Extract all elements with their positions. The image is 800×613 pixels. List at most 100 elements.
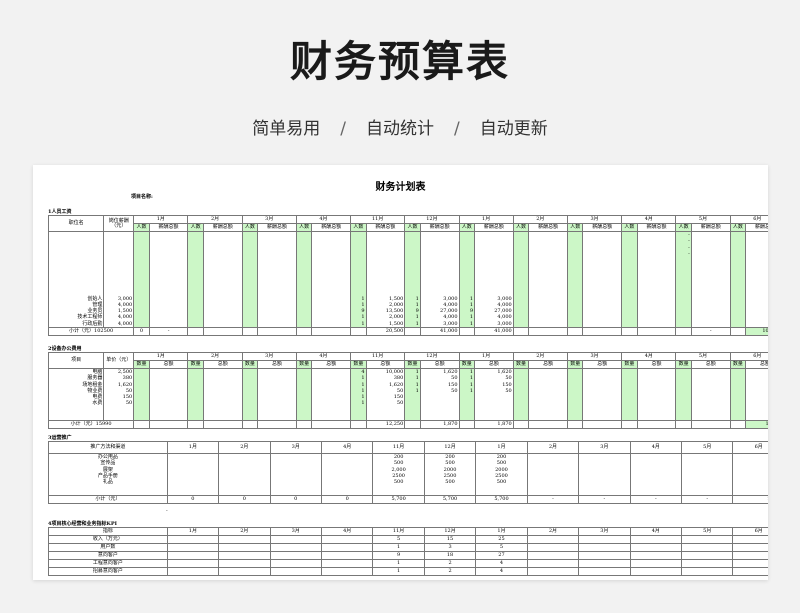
sub-total-header: 薪酬总额 (474, 223, 514, 232)
subtotal-cell (621, 420, 638, 429)
subtotal-cell (458, 420, 476, 429)
kpi-cell (166, 567, 220, 576)
amount-cell (148, 368, 189, 421)
stack-line: 1 (415, 320, 419, 327)
salary-total-cell (257, 231, 297, 328)
subtotal-cell (404, 420, 421, 429)
staff-salary-table: 职位名 岗位薪酬（元） 1月 2月 3月 4月 11月 12月 1月 2月 3月 4月 5月 6月 人… (47, 215, 768, 336)
stack-line: 礼品 (102, 479, 113, 486)
month-header: 5月 (675, 352, 731, 361)
sub-qty-header: 数量 (241, 360, 259, 369)
sub-people-header: 人数 (675, 223, 692, 232)
sub-total-header: 总额 (311, 360, 352, 369)
month-header: 11月 (372, 441, 425, 454)
kpi-cell (732, 535, 768, 544)
kpi-cell (269, 535, 322, 544)
amount-cell (257, 368, 297, 421)
kpi-cell (166, 535, 220, 544)
month-header: 1月 (133, 352, 189, 361)
sub-people-header: 人数 (404, 223, 421, 232)
people-cell (133, 231, 150, 328)
month-header: 4月 (621, 352, 677, 361)
month-header: 2月 (526, 527, 580, 536)
kpi-name: 意向客户 (48, 551, 168, 560)
kpi-cell (526, 567, 580, 576)
subtotal-cell (582, 420, 623, 429)
subtotal-cell: 0 (133, 327, 150, 336)
kpi-cell (320, 567, 374, 576)
subtotal-cell (512, 420, 530, 429)
stack-line: 1 (469, 320, 473, 327)
salary-total-cell (202, 231, 243, 328)
spreadsheet-preview: 财务计划表 项目名称: 1人员工资 职位名 岗位薪酬（元） 1月 2月 3月 4月 11… (33, 165, 768, 580)
section-4-label: 4项目核心经营和业务指标KPI (48, 521, 117, 527)
sub-total-header: 薪酬总额 (365, 223, 406, 232)
subtotal-cell: 5,700 (423, 495, 477, 504)
kpi-cell: 9 (372, 551, 425, 560)
kpi-cell: 15 (423, 535, 477, 544)
subtotal-cell: 41,000 (474, 327, 514, 336)
qty-cell (621, 368, 638, 421)
month-header: 4月 (629, 527, 683, 536)
tag-easy: 简单易用 (252, 119, 321, 139)
month-header: 5月 (675, 215, 731, 224)
stack-line: - (747, 314, 768, 320)
sub-qty-header: 数量 (675, 360, 692, 369)
marketing-cell (320, 453, 374, 496)
month-header: 2月 (187, 215, 243, 224)
subtotal-cell (729, 327, 747, 336)
people-cell (187, 231, 204, 328)
people-cell (566, 231, 584, 328)
qty-cell (295, 368, 313, 421)
kpi-cell: 2 (423, 559, 477, 568)
month-header: 4月 (320, 527, 374, 536)
month-header: 11月 (350, 352, 406, 361)
sub-people-header: 人数 (350, 223, 367, 232)
stack-line: 3,000 (443, 320, 458, 327)
kpi-cell (320, 551, 374, 560)
kpi-row: 工程意向客户 1 2 4 (48, 559, 768, 568)
sub-qty-header: 数量 (350, 360, 367, 369)
people-cell (512, 231, 530, 328)
amount-cell (582, 368, 623, 421)
subtotal-cell: 5,700 (475, 495, 528, 504)
amount-cell (202, 368, 243, 421)
kpi-cell: 2 (423, 567, 477, 576)
qty-cell: 411111 (350, 368, 367, 421)
equipment-names: 电脑 服务器 场地租金 物业费 电费 水费 (47, 368, 105, 421)
kpi-cell (578, 559, 631, 568)
kpi-cell: 3 (423, 543, 477, 552)
month-header: 2月 (526, 441, 580, 454)
sub-people-header: 人数 (133, 223, 150, 232)
marketing-cell: 200 500 2,000 2500 500 (372, 453, 425, 496)
sub-qty-header: 数量 (512, 360, 530, 369)
month-header: 11月 (372, 527, 425, 536)
month-header: 1月 (458, 352, 514, 361)
month-header: 3月 (241, 215, 297, 224)
subtotal-cell (729, 420, 747, 429)
stack-line: - (688, 250, 690, 257)
subtotal-cell: - (578, 495, 631, 504)
month-header: 12月 (404, 215, 460, 224)
sub-total-header: 薪酬总额 (582, 223, 623, 232)
qty-cell: 1111 (458, 368, 476, 421)
sub-total-header: 薪酬总额 (202, 223, 243, 232)
stack-line: 1,500 (388, 320, 404, 327)
subtotal-cell (295, 420, 313, 429)
subtotal-cell: 5,700 (372, 495, 425, 504)
kpi-cell (629, 551, 683, 560)
kpi-cell: 1 (372, 543, 425, 552)
kpi-cell (320, 543, 374, 552)
sub-qty-header: 数量 (404, 360, 421, 369)
kpi-cell (629, 543, 683, 552)
subtotal-cell (675, 420, 692, 429)
kpi-cell (269, 551, 322, 560)
subtotal-cell: 0 (218, 495, 271, 504)
subtotal-cell (528, 420, 568, 429)
kpi-name: 工程意向客户 (48, 559, 168, 568)
marketing-cell: 200 500 2000 2500 500 (423, 453, 477, 496)
month-header: 6月 (732, 441, 768, 454)
kpi-cell (629, 535, 683, 544)
month-header: 2月 (218, 527, 271, 536)
month-header: 3月 (578, 441, 631, 454)
